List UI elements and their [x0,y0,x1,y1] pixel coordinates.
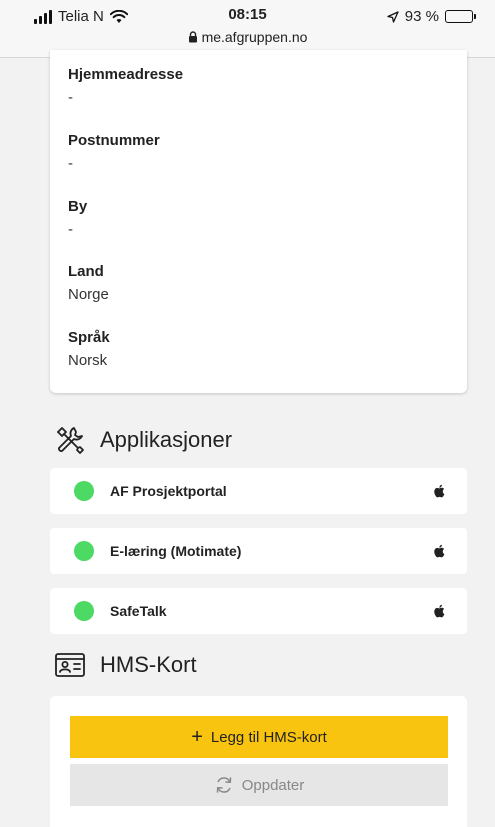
field-country: Land Norge [68,263,109,305]
refresh-icon [216,777,231,793]
app-row-safetalk[interactable]: SafeTalk [50,588,467,634]
id-card-icon [55,653,85,677]
status-dot [74,541,94,561]
tools-icon [57,427,84,454]
app-row-af-prosjektportal[interactable]: AF Prosjektportal [50,468,467,514]
field-label: Postnummer [68,132,160,149]
apple-icon[interactable] [433,544,445,558]
field-value: - [68,221,73,238]
battery-icon [445,10,476,23]
button-label: Oppdater [241,776,305,794]
field-home-address: Hjemmeadresse - [68,66,183,108]
location-arrow-icon [387,10,399,23]
field-value: - [68,89,73,106]
apple-icon[interactable] [433,484,445,498]
hms-card: + Legg til HMS-kort Oppdater [50,696,467,827]
plus-icon: + [191,726,203,748]
url-text: me.afgruppen.no [201,29,308,45]
status-dot [74,481,94,501]
field-postal-code: Postnummer - [68,132,160,174]
battery-percent: 93 % [404,8,439,25]
add-hms-card-button[interactable]: + Legg til HMS-kort [70,716,448,758]
field-label: By [68,198,88,215]
refresh-button[interactable]: Oppdater [70,764,448,806]
field-label: Hjemmeadresse [68,66,184,83]
app-name: AF Prosjektportal [110,483,227,499]
app-name: E-læring (Motimate) [110,543,242,559]
field-value: Norge [68,286,109,303]
field-label: Språk [68,329,110,346]
field-city: By - [68,198,87,240]
field-value: Norsk [68,352,108,369]
field-value: - [68,155,73,172]
hms-header: HMS-Kort [54,651,197,679]
profile-info-card: Hjemmeadresse - Postnummer - By - Land N… [50,50,467,393]
section-title: Applikasjoner [100,427,233,452]
lock-icon [188,31,197,43]
url-bar[interactable]: me.afgruppen.no [0,29,495,45]
app-row-e-laering[interactable]: E-læring (Motimate) [50,528,467,574]
app-name: SafeTalk [110,603,167,619]
section-title: HMS-Kort [100,652,197,677]
apple-icon[interactable] [433,604,445,618]
button-label: Legg til HMS-kort [210,728,327,746]
field-language: Språk Norsk [68,329,110,371]
field-label: Land [68,263,104,280]
applications-header: Applikasjoner [54,424,232,456]
status-dot [74,601,94,621]
status-right: 93 % [387,8,476,25]
